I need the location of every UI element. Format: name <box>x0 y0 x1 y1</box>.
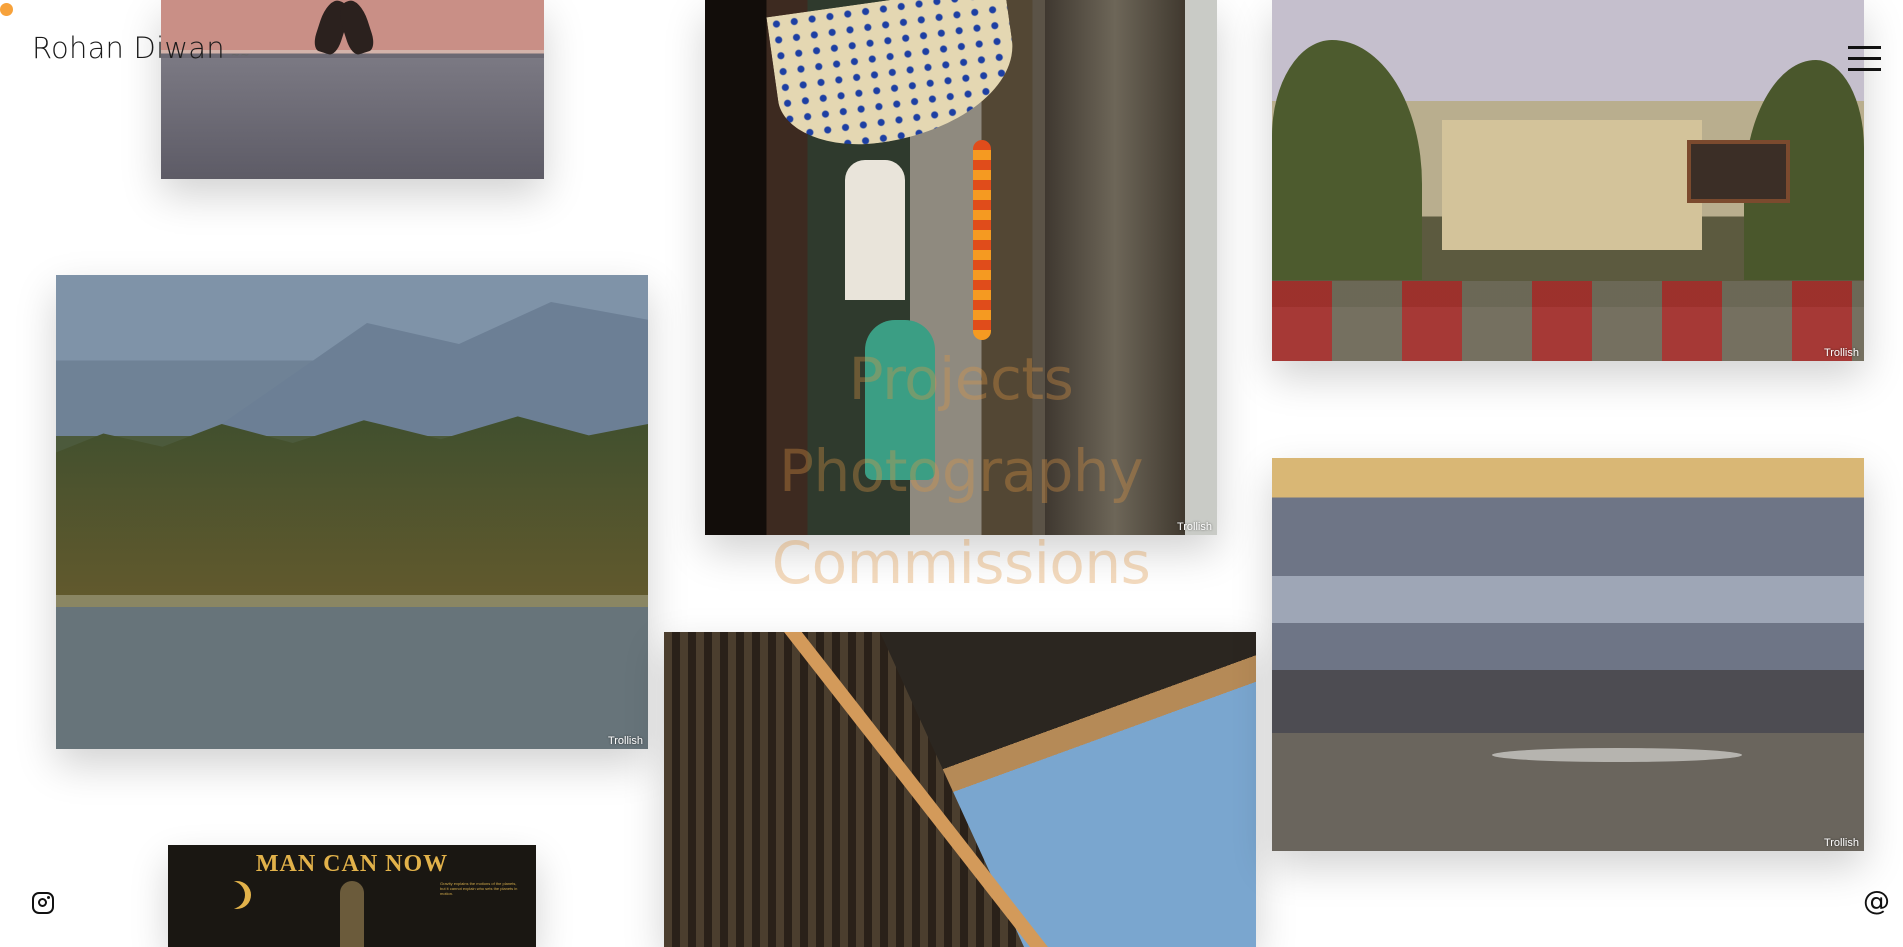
moon-icon <box>223 881 251 909</box>
site-title: Rohan Diwan <box>32 31 225 65</box>
watermark: Trollish <box>607 735 643 747</box>
accent-dot <box>0 3 13 16</box>
nav-commissions[interactable]: Commissions <box>705 517 1217 609</box>
watermark: Trollish <box>1823 347 1859 359</box>
main-nav: Projects Photography Commissions <box>705 333 1217 609</box>
poster-title: MAN CAN NOW <box>255 851 449 877</box>
photo-birds-dusk[interactable] <box>161 0 544 179</box>
photo-roof-sky[interactable] <box>664 632 1256 947</box>
photo-town-hall[interactable]: Trollish <box>1272 0 1864 361</box>
poster-text: Gravity explains the motions of the plan… <box>440 881 518 896</box>
photo-lake[interactable]: Trollish <box>56 275 648 749</box>
at-icon[interactable]: @ <box>1863 886 1890 917</box>
watermark: Trollish <box>1823 837 1859 849</box>
site-logo[interactable]: Rohan Diwan ~~ <box>32 31 250 65</box>
instagram-icon[interactable] <box>32 892 54 914</box>
nav-projects[interactable]: Projects <box>705 333 1217 425</box>
figure-shape <box>340 881 364 947</box>
photo-sea-clouds[interactable]: Trollish <box>1272 458 1864 851</box>
photo-poster[interactable]: MAN CAN NOW Gravity explains the motions… <box>168 845 536 947</box>
signature-mark: ~~ <box>230 48 250 61</box>
nav-photography[interactable]: Photography <box>705 425 1217 517</box>
hamburger-icon[interactable] <box>1848 46 1881 72</box>
